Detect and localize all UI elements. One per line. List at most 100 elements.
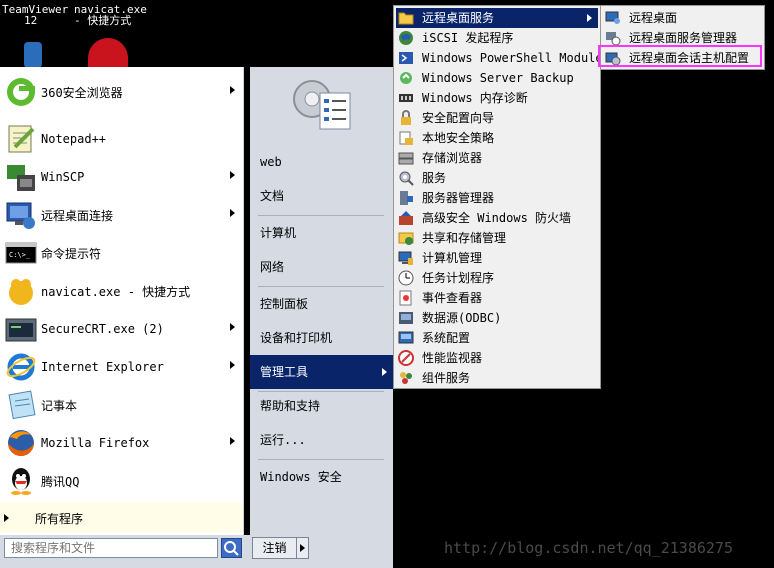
menu-item-security-policy[interactable]: 本地安全策略 — [396, 128, 598, 148]
menu-item-perf-monitor[interactable]: 性能监视器 — [396, 348, 598, 368]
search-input[interactable] — [4, 538, 218, 558]
program-navicat[interactable]: navicat.exe - 快捷方式 — [0, 272, 243, 310]
menu-item-rds[interactable]: 远程桌面服务 — [396, 8, 598, 28]
submenu-arrow-icon[interactable] — [230, 361, 235, 369]
teamviewer-sublabel[interactable]: 12 — [24, 15, 37, 26]
component-icon — [398, 370, 414, 386]
menu-item-label: 本地安全策略 — [422, 131, 495, 145]
securecrt-icon — [5, 313, 37, 345]
menu-item-computer-management[interactable]: 计算机管理 — [396, 248, 598, 268]
menu-item-label: 性能监视器 — [422, 351, 483, 365]
right-item-admin-tools[interactable]: 管理工具 — [250, 355, 393, 389]
menu-item-iscsi[interactable]: iSCSI 发起程序 — [396, 28, 598, 48]
menu-item-system-config[interactable]: 系统配置 — [396, 328, 598, 348]
program-label: 记事本 — [41, 398, 78, 413]
firefox-icon — [5, 427, 37, 459]
all-programs-button[interactable]: 所有程序 — [0, 503, 243, 533]
submenu-arrow-icon[interactable] — [230, 323, 235, 331]
teamviewer-desktop-icon[interactable] — [24, 42, 42, 68]
menu-item-label: Windows 内存诊断 — [422, 91, 528, 105]
menu-item-task-scheduler[interactable]: 任务计划程序 — [396, 268, 598, 288]
submenu-arrow-icon[interactable] — [230, 437, 235, 445]
program-notepad[interactable]: 记事本 — [0, 386, 243, 424]
remote-desktop-icon — [5, 199, 37, 231]
right-item-devices-printers[interactable]: 设备和打印机 — [250, 321, 393, 355]
menu-item-label: 系统配置 — [422, 331, 471, 345]
start-menu-programs-pane: 360安全浏览器 Notepad++ WinSCP 远程桌面连接 C:\>_ 命… — [0, 67, 244, 535]
right-item-network[interactable]: 网络 — [250, 250, 393, 284]
submenu-arrow-icon[interactable] — [230, 209, 235, 217]
menu-item-label: Windows PowerShell Modules — [422, 51, 610, 65]
program-360-browser[interactable]: 360安全浏览器 — [0, 73, 243, 111]
qq-icon — [5, 465, 37, 497]
logoff-button[interactable]: 注销 — [252, 537, 297, 559]
right-item-web[interactable]: web — [250, 145, 393, 179]
notepadpp-icon — [5, 123, 37, 155]
menu-item-firewall[interactable]: 高级安全 Windows 防火墙 — [396, 208, 598, 228]
navicat-desktop-sublabel[interactable]: - 快捷方式 — [74, 15, 131, 26]
triangle-right-icon — [4, 514, 9, 522]
event-viewer-icon — [398, 290, 414, 306]
menu-item-server-manager[interactable]: 服务器管理器 — [396, 188, 598, 208]
admin-tools-label: 管理工具 — [260, 365, 309, 379]
program-cmd[interactable]: C:\>_ 命令提示符 — [0, 234, 243, 272]
globe-icon — [398, 30, 414, 46]
menu-item-security-wizard[interactable]: 安全配置向导 — [396, 108, 598, 128]
clock-icon — [398, 270, 414, 286]
backup-icon — [398, 70, 414, 86]
powershell-icon — [398, 50, 414, 66]
server-manager-icon — [398, 190, 414, 206]
menu-item-label: 远程桌面服务 — [422, 11, 495, 25]
right-item-documents[interactable]: 文档 — [250, 179, 393, 213]
program-firefox[interactable]: Mozilla Firefox — [0, 424, 243, 462]
menu-item-remote-desktop[interactable]: 远程桌面 — [603, 8, 763, 28]
program-label: Internet Explorer — [41, 360, 164, 374]
program-securecrt[interactable]: SecureCRT.exe (2) — [0, 310, 243, 348]
program-remote-desktop[interactable]: 远程桌面连接 — [0, 196, 243, 234]
firewall-icon — [398, 210, 414, 226]
program-winscp[interactable]: WinSCP — [0, 158, 243, 196]
computer-mgmt-icon — [398, 250, 414, 266]
services-icon — [398, 170, 414, 186]
right-item-computer[interactable]: 计算机 — [250, 216, 393, 250]
menu-item-label: 计算机管理 — [422, 251, 483, 265]
menu-item-label: Windows Server Backup — [422, 71, 574, 85]
right-item-control-panel[interactable]: 控制面板 — [250, 287, 393, 321]
program-label: 腾讯QQ — [41, 474, 80, 489]
menu-item-label: 安全配置向导 — [422, 111, 495, 125]
menu-item-storage-explorer[interactable]: 存储浏览器 — [396, 148, 598, 168]
program-ie[interactable]: Internet Explorer — [0, 348, 243, 386]
program-label: Mozilla Firefox — [41, 436, 150, 450]
menu-item-label: 高级安全 Windows 防火墙 — [422, 211, 572, 225]
menu-item-event-viewer[interactable]: 事件查看器 — [396, 288, 598, 308]
highlight-annotation — [598, 45, 762, 67]
folder-icon — [398, 10, 414, 26]
right-item-help[interactable]: 帮助和支持 — [250, 389, 393, 423]
right-item-windows-security[interactable]: Windows 安全 — [250, 460, 393, 494]
menu-item-server-backup[interactable]: Windows Server Backup — [396, 68, 598, 88]
svg-text:C:\>_: C:\>_ — [9, 251, 31, 259]
program-label: 命令提示符 — [41, 246, 102, 261]
right-item-run[interactable]: 运行... — [250, 423, 393, 457]
menu-item-label: iSCSI 发起程序 — [422, 31, 514, 45]
search-button[interactable] — [221, 538, 242, 558]
menu-item-odbc[interactable]: 数据源(ODBC) — [396, 308, 598, 328]
winscp-icon — [5, 161, 37, 193]
submenu-arrow-icon[interactable] — [230, 86, 235, 94]
navicat-desktop-icon[interactable] — [88, 38, 128, 68]
menu-item-services[interactable]: 服务 — [396, 168, 598, 188]
menu-item-label: 事件查看器 — [422, 291, 483, 305]
submenu-arrow-icon[interactable] — [230, 171, 235, 179]
menu-item-powershell[interactable]: Windows PowerShell Modules — [396, 48, 610, 68]
program-label: navicat.exe - 快捷方式 — [41, 284, 191, 299]
magnifier-icon — [224, 541, 239, 556]
menu-item-component-services[interactable]: 组件服务 — [396, 368, 598, 388]
menu-item-label: 任务计划程序 — [422, 271, 495, 285]
shutdown-options-arrow[interactable] — [297, 537, 309, 559]
menu-item-share-storage[interactable]: 共享和存储管理 — [396, 228, 598, 248]
menu-item-memory-diag[interactable]: Windows 内存诊断 — [396, 88, 598, 108]
program-notepadpp[interactable]: Notepad++ — [0, 120, 243, 158]
submenu-arrow-icon — [587, 14, 592, 22]
program-qq[interactable]: 腾讯QQ — [0, 462, 243, 500]
menu-item-label: 数据源(ODBC) — [422, 311, 502, 325]
